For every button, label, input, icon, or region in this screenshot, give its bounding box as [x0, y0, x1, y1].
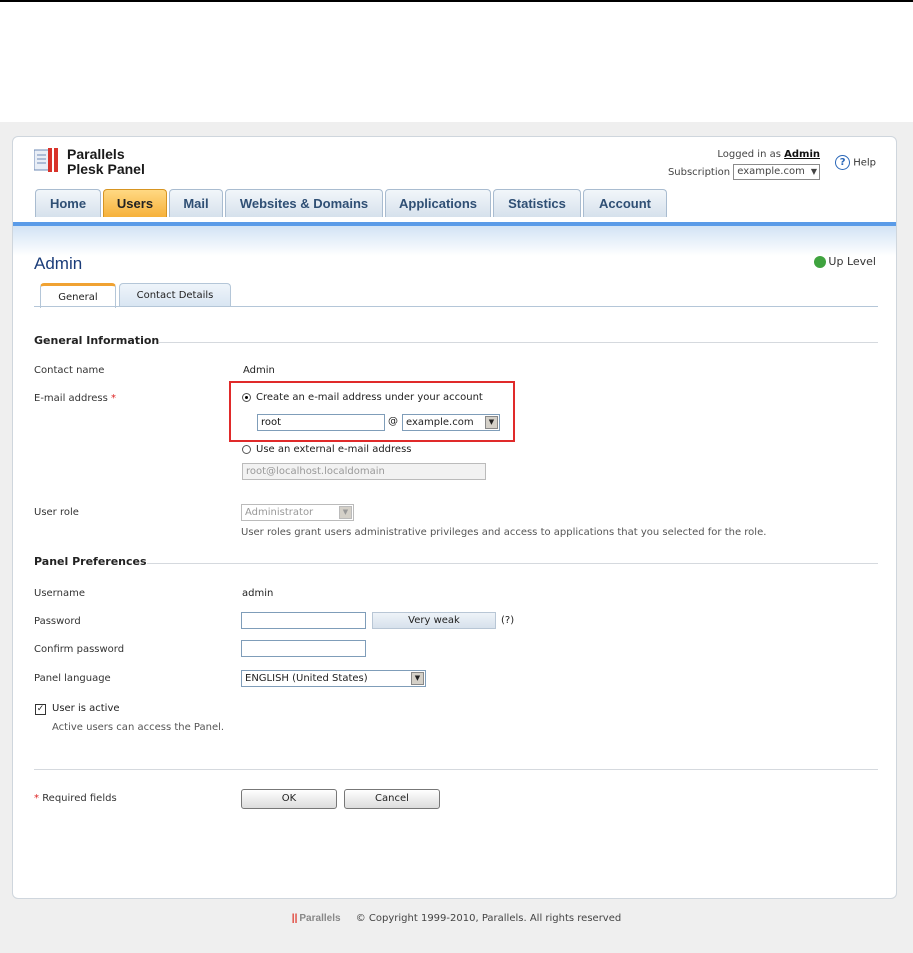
mailbox-name-input[interactable] — [257, 414, 385, 431]
at-sign: @ — [388, 416, 398, 427]
logged-in-user-link[interactable]: Admin — [784, 149, 820, 160]
email-label-text: E-mail address — [34, 393, 108, 404]
footer: || Parallels © Copyright 1999-2010, Paral… — [0, 913, 913, 924]
footer-parallels-logo: || Parallels — [291, 913, 341, 924]
cancel-button[interactable]: Cancel — [344, 789, 440, 809]
section-divider — [159, 342, 878, 343]
tab-home[interactable]: Home — [35, 189, 101, 217]
chevron-down-icon: ▼ — [810, 167, 817, 176]
user-role-hint: User roles grant users administrative pr… — [241, 527, 767, 538]
tab-applications[interactable]: Applications — [385, 189, 491, 217]
subscription-select[interactable]: example.com ▼ — [733, 164, 820, 180]
top-rule — [0, 0, 913, 2]
email-domain-select[interactable]: example.com ▼ — [402, 414, 500, 431]
form-divider — [34, 769, 878, 770]
required-fields-text: Required fields — [42, 793, 117, 804]
user-role-value: Administrator — [245, 507, 314, 518]
help-link[interactable]: ? Help — [835, 155, 876, 170]
external-email-option-label[interactable]: Use an external e-mail address — [256, 444, 411, 455]
logo-line-1: Parallels — [67, 146, 125, 162]
logged-in-prefix: Logged in as — [717, 149, 781, 160]
main-panel: Parallels Plesk Panel Logged in as Admin… — [12, 136, 897, 899]
section-divider — [147, 563, 878, 564]
chevron-down-icon: ▼ — [339, 506, 352, 519]
tab-mail[interactable]: Mail — [169, 189, 223, 217]
create-email-option-label[interactable]: Create an e-mail address under your acco… — [256, 392, 483, 403]
ok-button[interactable]: OK — [241, 789, 337, 809]
user-active-label[interactable]: User is active — [52, 703, 120, 714]
header-gradient — [13, 226, 896, 256]
up-arrow-icon — [814, 256, 827, 268]
password-input[interactable] — [241, 612, 366, 629]
contact-name-value: Admin — [243, 365, 275, 376]
help-label: Help — [853, 157, 876, 169]
product-name: Parallels Plesk Panel — [67, 147, 145, 177]
chevron-down-icon: ▼ — [485, 416, 498, 429]
password-strength-meter: Very weak — [372, 612, 496, 629]
login-info: Logged in as Admin Subscription example.… — [668, 146, 820, 182]
username-label: Username — [34, 588, 85, 599]
highlight-frame — [229, 381, 515, 442]
parallels-logo-icon[interactable] — [33, 147, 60, 173]
required-star: * — [111, 393, 117, 404]
chevron-down-icon: ▼ — [411, 672, 424, 685]
confirm-password-label: Confirm password — [34, 644, 125, 655]
external-email-radio[interactable] — [242, 445, 251, 454]
tab-statistics[interactable]: Statistics — [493, 189, 581, 217]
password-label: Password — [34, 616, 81, 627]
up-level-label: Up Level — [828, 255, 876, 268]
page-title: Admin — [34, 254, 83, 273]
user-active-checkbox[interactable]: ✓ — [35, 704, 46, 715]
required-fields-note: * Required fields — [34, 793, 117, 804]
required-star: * — [34, 793, 39, 804]
username-value: admin — [242, 588, 274, 599]
tab-websites-domains[interactable]: Websites & Domains — [225, 189, 383, 217]
footer-copyright: © Copyright 1999-2010, Parallels. All ri… — [355, 913, 622, 924]
create-email-radio[interactable] — [242, 393, 251, 402]
password-strength-help[interactable]: (?) — [501, 615, 514, 626]
up-level-link[interactable]: Up Level — [814, 255, 876, 268]
footer-brand-text: Parallels — [299, 913, 341, 924]
contact-name-label: Contact name — [34, 365, 105, 376]
section-panel-preferences: Panel Preferences — [34, 555, 147, 568]
user-active-hint: Active users can access the Panel. — [52, 722, 225, 733]
help-icon: ? — [835, 155, 851, 170]
tab-users[interactable]: Users — [103, 189, 167, 217]
subtab-divider — [34, 306, 878, 307]
panel-language-value: ENGLISH (United States) — [245, 673, 368, 684]
external-email-input[interactable] — [242, 463, 486, 480]
section-general-information: General Information — [34, 334, 160, 347]
panel-language-select[interactable]: ENGLISH (United States) ▼ — [241, 670, 426, 687]
panel-language-label: Panel language — [34, 673, 111, 684]
subscription-value: example.com — [737, 166, 805, 177]
subscription-label: Subscription — [667, 167, 731, 178]
subtab-general[interactable]: General — [40, 283, 116, 308]
user-role-label: User role — [34, 507, 79, 518]
tab-account[interactable]: Account — [583, 189, 667, 217]
email-address-label: E-mail address * — [34, 393, 116, 404]
email-domain-value: example.com — [406, 417, 474, 428]
confirm-password-input[interactable] — [241, 640, 366, 657]
subtab-contact-details[interactable]: Contact Details — [119, 283, 231, 307]
user-role-select[interactable]: Administrator ▼ — [241, 504, 354, 521]
logo-line-2: Plesk Panel — [67, 161, 145, 177]
